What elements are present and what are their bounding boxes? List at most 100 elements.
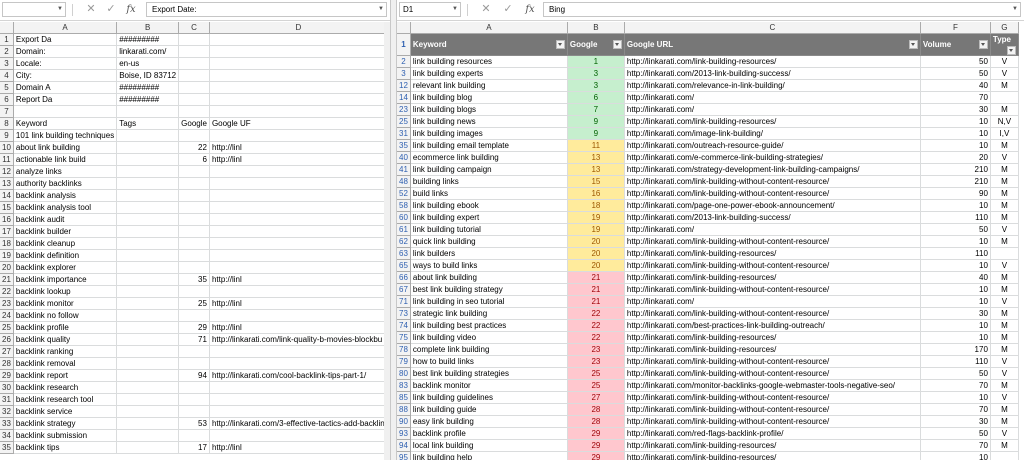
- cell[interactable]: backlink tips: [13, 441, 118, 454]
- cell[interactable]: build links: [410, 187, 568, 200]
- cell[interactable]: 40: [920, 79, 991, 92]
- cell[interactable]: Tags: [116, 117, 180, 130]
- cell[interactable]: [209, 189, 388, 202]
- cell[interactable]: 28: [567, 415, 625, 428]
- cell[interactable]: easy link building: [410, 415, 568, 428]
- row-header[interactable]: 93: [397, 427, 411, 440]
- cell[interactable]: M: [990, 211, 1019, 224]
- row-header[interactable]: 12: [0, 165, 14, 178]
- chevron-down-icon[interactable]: ▼: [452, 3, 458, 16]
- cell[interactable]: http://linkarati.com/link-building-resou…: [624, 451, 921, 460]
- cell[interactable]: http://linkarati.com/link-building-resou…: [624, 343, 921, 356]
- cell[interactable]: 10: [920, 319, 991, 332]
- cell[interactable]: [178, 189, 210, 202]
- cell[interactable]: [116, 129, 180, 142]
- cell[interactable]: [209, 213, 388, 226]
- cell[interactable]: link building in seo tutorial: [410, 295, 568, 308]
- cell[interactable]: 94: [178, 369, 210, 382]
- cell[interactable]: backlink definition: [13, 249, 118, 262]
- cell[interactable]: http://linkarati.com/link-building-witho…: [624, 283, 921, 296]
- cell[interactable]: link building tutorial: [410, 223, 568, 236]
- cancel-icon[interactable]: ✕: [479, 2, 493, 17]
- cell[interactable]: [209, 201, 388, 214]
- cell[interactable]: [209, 357, 388, 370]
- cell[interactable]: [209, 285, 388, 298]
- cell[interactable]: backlink audit: [13, 213, 118, 226]
- cell[interactable]: 30: [920, 415, 991, 428]
- row-header[interactable]: 7: [0, 105, 14, 118]
- select-all-corner[interactable]: [0, 22, 14, 34]
- cell[interactable]: 17: [178, 441, 210, 454]
- cell[interactable]: ways to build links: [410, 259, 568, 272]
- cell[interactable]: V: [990, 151, 1019, 164]
- cell[interactable]: 30: [920, 103, 991, 116]
- cell[interactable]: http://linkarati.com/link-building-resou…: [624, 331, 921, 344]
- cell[interactable]: 25: [567, 379, 625, 392]
- cell[interactable]: [209, 393, 388, 406]
- cell[interactable]: 15: [567, 175, 625, 188]
- column-header-f[interactable]: F: [920, 22, 991, 34]
- cell[interactable]: 16: [567, 187, 625, 200]
- cell[interactable]: 10: [920, 283, 991, 296]
- row-header[interactable]: 88: [397, 403, 411, 416]
- cancel-icon[interactable]: ✕: [84, 2, 98, 17]
- cell[interactable]: backlink report: [13, 369, 118, 382]
- cell[interactable]: M: [990, 439, 1019, 452]
- row-header[interactable]: 6: [0, 93, 14, 106]
- right-formula-input[interactable]: Bing ▼: [543, 2, 1021, 17]
- header-cell[interactable]: Google: [567, 33, 625, 56]
- cell[interactable]: actionable link build: [13, 153, 118, 166]
- row-header[interactable]: 17: [0, 225, 14, 238]
- cell[interactable]: [209, 345, 388, 358]
- cell[interactable]: 21: [567, 271, 625, 284]
- cell[interactable]: [116, 225, 180, 238]
- cell[interactable]: ecommerce link building: [410, 151, 568, 164]
- cell[interactable]: 9: [567, 115, 625, 128]
- cell[interactable]: 35: [178, 273, 210, 286]
- cell[interactable]: [116, 345, 180, 358]
- cell[interactable]: 23: [567, 343, 625, 356]
- insert-function-icon[interactable]: fx: [124, 2, 138, 17]
- cell[interactable]: link building video: [410, 331, 568, 344]
- cell[interactable]: http://linl: [209, 273, 388, 286]
- row-header[interactable]: 71: [397, 295, 411, 308]
- cell[interactable]: strategic link building: [410, 307, 568, 320]
- cell[interactable]: [116, 177, 180, 190]
- left-name-box[interactable]: ▼: [2, 2, 66, 17]
- column-header-a[interactable]: A: [410, 22, 568, 34]
- row-header[interactable]: 29: [0, 369, 14, 382]
- cell[interactable]: link building images: [410, 127, 568, 140]
- cell[interactable]: linkarati.com/: [116, 45, 180, 58]
- row-header[interactable]: 25: [397, 115, 411, 128]
- cell[interactable]: quick link building: [410, 235, 568, 248]
- cell[interactable]: backlink importance: [13, 273, 118, 286]
- cell[interactable]: 1: [567, 55, 625, 68]
- enter-check-icon[interactable]: ✓: [104, 2, 118, 17]
- cell[interactable]: 50: [920, 367, 991, 380]
- cell[interactable]: [116, 381, 180, 394]
- cell[interactable]: V: [990, 55, 1019, 68]
- cell[interactable]: [13, 105, 118, 118]
- cell[interactable]: 22: [567, 319, 625, 332]
- column-header-c[interactable]: C: [178, 22, 210, 34]
- cell[interactable]: 18: [567, 199, 625, 212]
- cell[interactable]: http://linkarati.com/link-building-witho…: [624, 307, 921, 320]
- cell[interactable]: backlink profile: [410, 427, 568, 440]
- cell[interactable]: link building news: [410, 115, 568, 128]
- row-header[interactable]: 14: [397, 91, 411, 104]
- row-header[interactable]: 15: [0, 201, 14, 214]
- cell[interactable]: [178, 237, 210, 250]
- enter-check-icon[interactable]: ✓: [501, 2, 515, 17]
- row-header[interactable]: 74: [397, 319, 411, 332]
- select-all-corner[interactable]: [397, 22, 411, 34]
- header-cell[interactable]: Type: [990, 33, 1019, 56]
- cell[interactable]: [116, 393, 180, 406]
- cell[interactable]: [209, 225, 388, 238]
- cell[interactable]: M: [990, 139, 1019, 152]
- row-header[interactable]: 63: [397, 247, 411, 260]
- cell[interactable]: [178, 357, 210, 370]
- cell[interactable]: M: [990, 163, 1019, 176]
- cell[interactable]: http://linkarati.com/2013-link-building-…: [624, 211, 921, 224]
- cell[interactable]: 29: [178, 321, 210, 334]
- row-header[interactable]: 66: [397, 271, 411, 284]
